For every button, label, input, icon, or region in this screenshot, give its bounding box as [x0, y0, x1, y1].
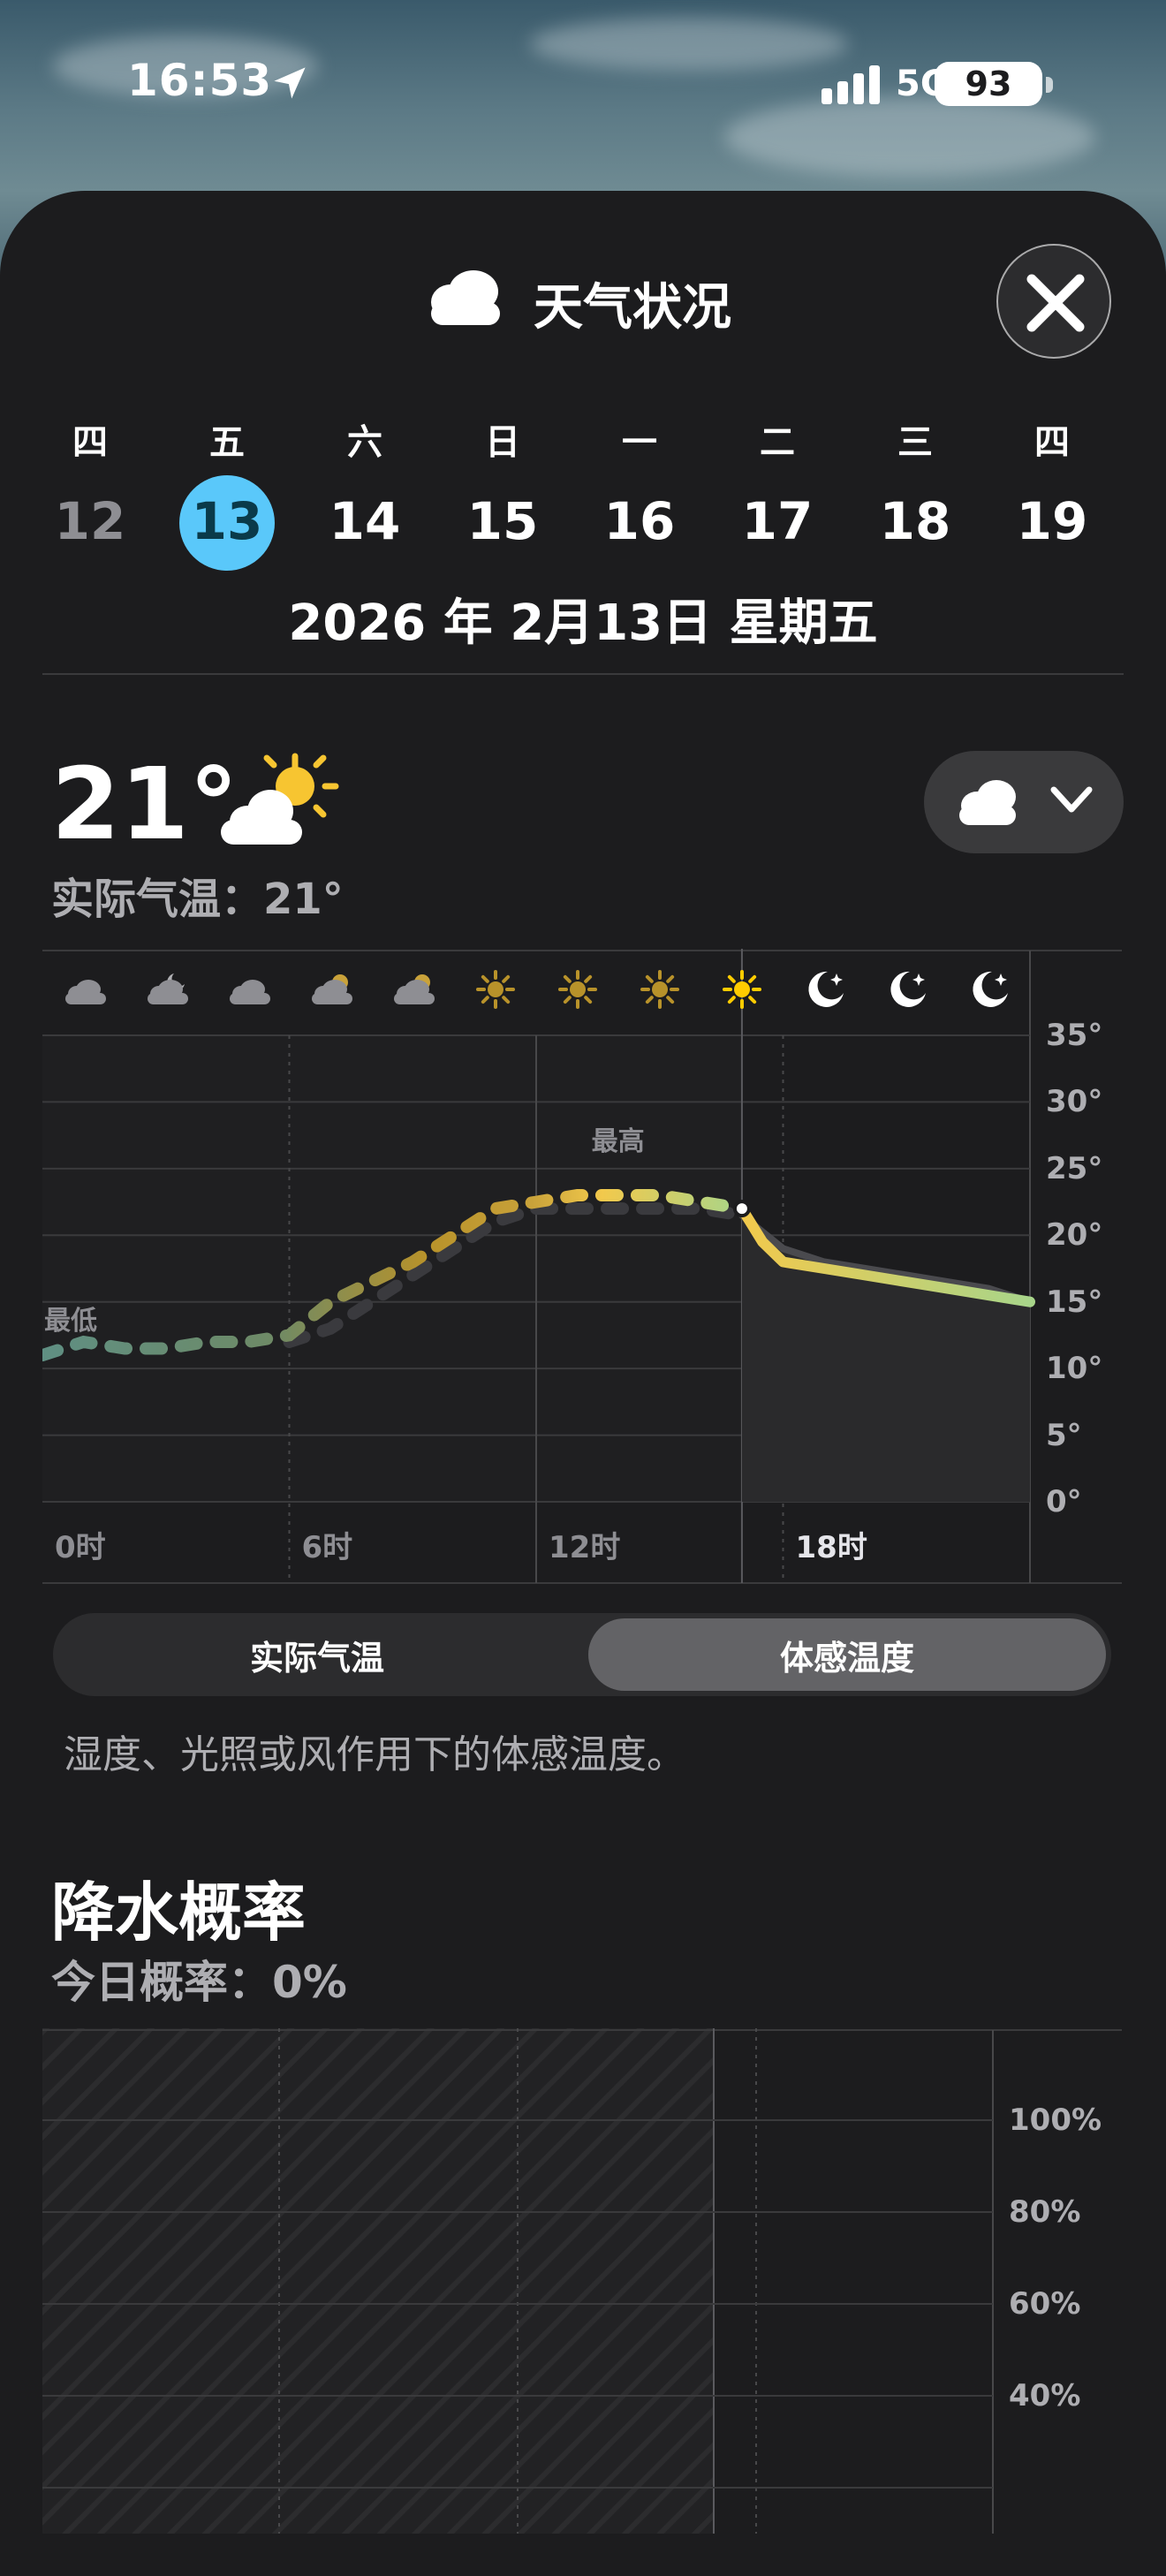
x-axis-tick-label: 18时: [795, 1530, 867, 1565]
cloud-icon: [959, 780, 1016, 825]
weekday-label: 一: [622, 422, 657, 463]
battery-icon: 93: [935, 62, 1058, 108]
y-axis-tick-label: 0°: [1046, 1484, 1082, 1519]
day-button[interactable]: 14: [316, 491, 413, 551]
precipitation-subtitle: 今日概率：0%: [51, 1957, 347, 2008]
feels-like-description: 湿度、光照或风作用下的体感温度。: [64, 1732, 685, 1777]
y-axis-tick-label: 30°: [1046, 1084, 1103, 1120]
weekday-label: 三: [897, 422, 933, 463]
day-button[interactable]: 15: [454, 491, 551, 551]
weekday-label: 二: [760, 422, 795, 463]
temperature-chart-svg: [36, 949, 1122, 1585]
temperature-chart[interactable]: [36, 949, 1164, 1585]
x-axis-tick-label: 6时: [301, 1530, 353, 1565]
full-date: 2026 年 2月13日 星期五: [288, 595, 878, 652]
battery-level: 93: [965, 64, 1012, 103]
y-axis-tick-label: 35°: [1046, 1018, 1103, 1053]
y-axis-tick-label: 40%: [1009, 2378, 1081, 2413]
y-axis-tick-label: 20°: [1046, 1217, 1103, 1254]
segment-actual-temperature[interactable]: 实际气温: [58, 1631, 576, 1679]
y-axis-tick-label: 10°: [1046, 1351, 1103, 1387]
y-axis-tick-label: 5°: [1046, 1417, 1082, 1453]
x-axis-tick-label: 0时: [55, 1530, 106, 1565]
chart-type-picker[interactable]: [924, 751, 1124, 853]
close-button[interactable]: [996, 244, 1111, 359]
y-axis-tick-label: 15°: [1046, 1284, 1103, 1320]
current-temperature: 21°: [51, 747, 238, 862]
sun-icon: [476, 970, 515, 1009]
low-temp-label: 最低: [44, 1306, 97, 1337]
day-button[interactable]: 17: [729, 491, 826, 551]
high-temp-label: 最高: [591, 1126, 645, 1158]
precipitation-title: 降水概率: [51, 1875, 307, 1950]
status-time: 16:53: [127, 55, 273, 106]
x-axis-tick-label: 12时: [549, 1530, 621, 1565]
weekday-label: 四: [1034, 422, 1070, 463]
day-button[interactable]: 16: [591, 491, 688, 551]
location-arrow-icon: [274, 67, 306, 99]
cloud-icon: [431, 270, 500, 325]
y-axis-tick-label: 60%: [1009, 2286, 1081, 2322]
actual-temperature: 实际气温：21°: [51, 875, 344, 924]
weekday-label: 五: [209, 422, 245, 463]
day-button[interactable]: 19: [1003, 491, 1101, 551]
chevron-down-icon: [1050, 786, 1093, 813]
y-axis-tick-label: 25°: [1046, 1150, 1103, 1186]
sun-icon: [640, 970, 679, 1009]
y-axis-tick-label: 100%: [1009, 2102, 1102, 2138]
precipitation-chart-svg: [42, 2028, 1122, 2534]
weekday-label: 四: [72, 422, 108, 463]
y-axis-tick-label: 80%: [1009, 2194, 1081, 2230]
past-hatched-region: [42, 2028, 714, 2534]
divider: [42, 673, 1124, 675]
day-button[interactable]: 12: [42, 491, 139, 551]
weekday-label: 日: [485, 422, 520, 463]
precipitation-chart[interactable]: [42, 2028, 1164, 2534]
cellular-signal-icon: [822, 65, 880, 104]
sheet-title: 天气状况: [534, 279, 731, 337]
partly-sunny-icon: [221, 753, 339, 845]
sun-icon: [723, 970, 761, 1009]
xmark-icon: [1026, 274, 1085, 332]
day-button-selected[interactable]: 13: [178, 491, 276, 551]
current-point-marker: [732, 1200, 751, 1218]
weekday-label: 六: [347, 422, 382, 463]
temperature-mode-segmented-control[interactable]: 实际气温 体感温度: [53, 1613, 1111, 1696]
day-button[interactable]: 18: [867, 491, 964, 551]
sun-icon: [558, 970, 597, 1009]
status-bar: 16:53 5GA 93: [0, 0, 1166, 177]
segment-feels-like[interactable]: 体感温度: [588, 1631, 1106, 1679]
